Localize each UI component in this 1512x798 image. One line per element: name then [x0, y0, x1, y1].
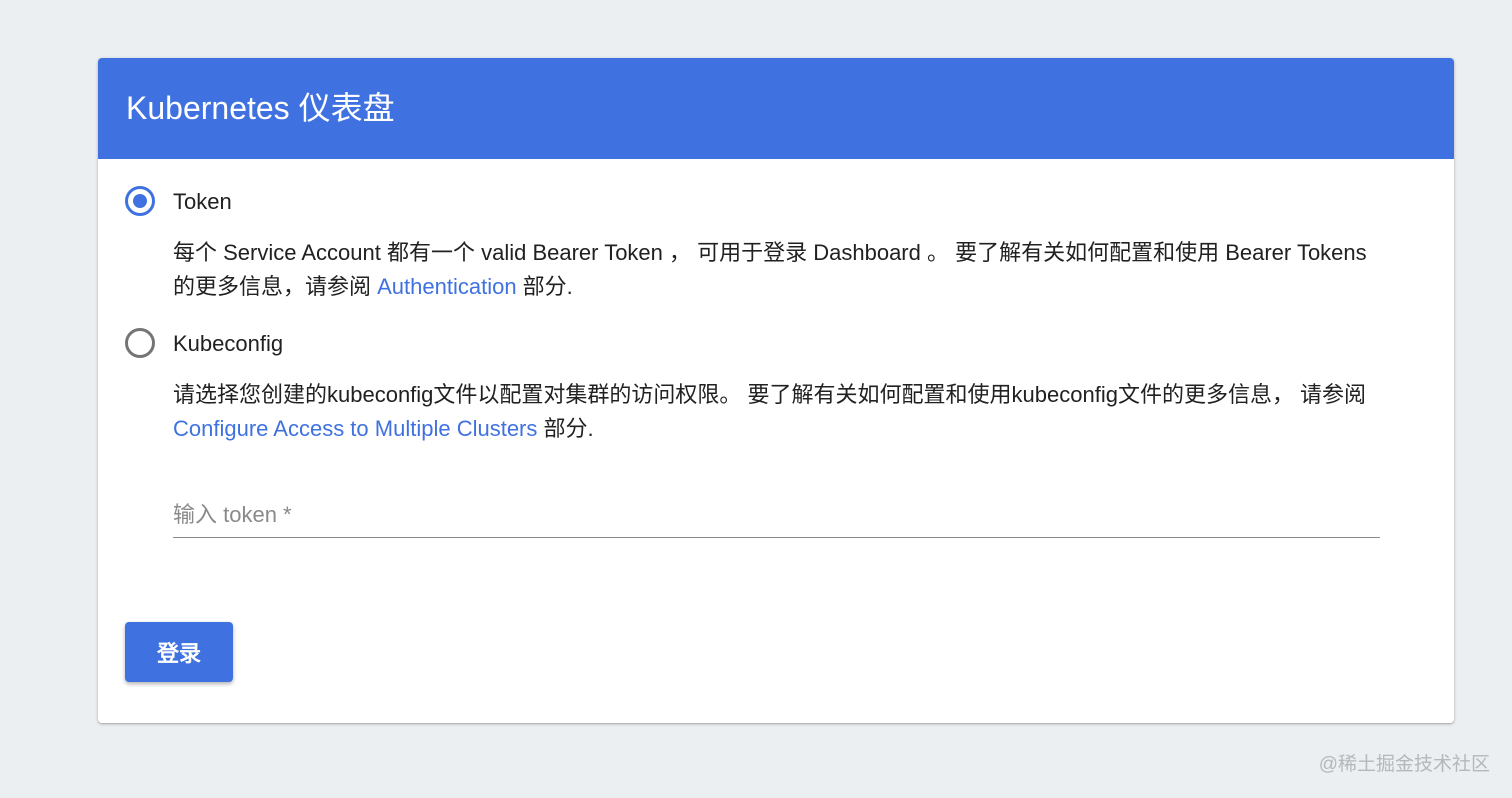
token-description-suffix: 部分.: [516, 274, 573, 299]
kubeconfig-description-suffix: 部分.: [537, 416, 594, 441]
configure-access-link[interactable]: Configure Access to Multiple Clusters: [173, 416, 537, 441]
login-button[interactable]: 登录: [125, 622, 233, 682]
watermark-text: @稀土掘金技术社区: [1318, 754, 1490, 775]
kubeconfig-option-description: 请选择您创建的kubeconfig文件以配置对集群的访问权限。 要了解有关如何配…: [173, 378, 1373, 446]
radio-selected-dot: [133, 194, 147, 208]
token-input[interactable]: [173, 495, 1380, 535]
kubeconfig-option-label[interactable]: Kubeconfig: [173, 331, 283, 357]
token-option-label[interactable]: Token: [173, 189, 232, 215]
kubeconfig-description-text: 请选择您创建的kubeconfig文件以配置对集群的访问权限。 要了解有关如何配…: [173, 382, 1367, 407]
token-option-description: 每个 Service Account 都有一个 valid Bearer Tok…: [173, 236, 1373, 304]
login-page: Kubernetes 仪表盘 Token 每个 Service Account …: [0, 0, 1512, 798]
login-card: Kubernetes 仪表盘 Token 每个 Service Account …: [98, 58, 1454, 723]
page-title: Kubernetes 仪表盘: [126, 90, 395, 126]
kubeconfig-radio-button[interactable]: [125, 328, 155, 358]
card-header: Kubernetes 仪表盘: [98, 58, 1454, 159]
authentication-link[interactable]: Authentication: [377, 274, 516, 299]
token-radio-button[interactable]: [125, 186, 155, 216]
token-field: [173, 495, 1380, 538]
token-description-text: 每个 Service Account 都有一个 valid Bearer Tok…: [173, 240, 1367, 299]
